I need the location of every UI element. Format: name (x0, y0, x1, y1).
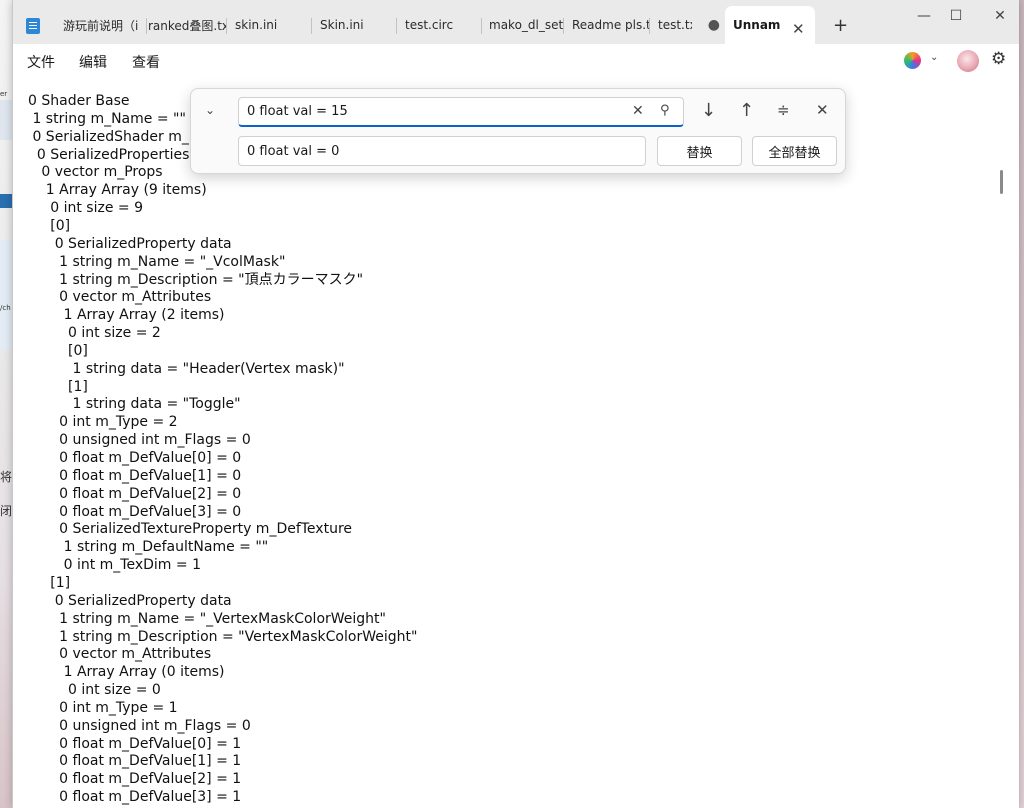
new-tab-button[interactable]: + (833, 15, 848, 36)
tab-label: test.circ (405, 18, 454, 32)
menu-edit[interactable]: 编辑 (79, 52, 107, 72)
vertical-scrollbar[interactable] (1000, 170, 1003, 194)
tab-label: skin.ini (235, 18, 278, 32)
text-line: 0 int m_TexDim = 1 (28, 557, 201, 574)
menu-file[interactable]: 文件 (27, 52, 55, 72)
text-line: 0 float m_DefValue[1] = 1 (28, 753, 242, 770)
text-line: 0 int m_Type = 1 (28, 699, 178, 716)
text-line: 0 Shader Base (28, 93, 130, 109)
unsaved-dot-icon: ● (707, 17, 720, 33)
background-strip (0, 240, 12, 350)
close-icon[interactable]: ✕ (816, 101, 829, 119)
replace-button[interactable]: 替换 (657, 136, 742, 166)
tab-7[interactable]: test.txt ● (650, 6, 720, 44)
close-window-button[interactable]: ✕ (985, 8, 1015, 24)
text-line: 0 float m_DefValue[1] = 0 (28, 467, 242, 484)
text-line: 1 Array Array (0 items) (28, 664, 225, 681)
text-line: 0 float m_DefValue[3] = 1 (28, 789, 242, 806)
text-line: 0 int size = 2 (28, 325, 161, 342)
text-line: 0 SerializedProperties (28, 146, 190, 163)
text-editor[interactable]: 0 Shader Base 1 string m_Name = "" 0 Ser… (13, 78, 1007, 808)
text-line: 0 float m_DefValue[0] = 1 (28, 735, 242, 752)
background-text: 将 (0, 470, 13, 484)
text-line: 0 SerializedShader m_P (28, 128, 198, 145)
text-line: 1 string m_DefaultName = "" (28, 539, 269, 556)
text-line: 1 string m_Description = "VertexMaskColo… (28, 628, 418, 645)
replace-input-value: 0 float val = 0 (247, 143, 340, 159)
replace-input[interactable]: 0 float val = 0 (238, 136, 646, 166)
text-line: 0 float m_DefValue[2] = 1 (28, 771, 242, 788)
background-text: /ch (0, 304, 11, 312)
text-line: 0 int size = 0 (28, 682, 161, 699)
text-line: 0 vector m_Attributes (28, 289, 212, 306)
background-strip (0, 194, 12, 208)
notepad-icon (26, 18, 40, 34)
replace-all-button[interactable]: 全部替换 (752, 136, 837, 166)
title-bar: 游玩前说明（i ranked叠图.tx skin.ini Skin.ini te… (13, 0, 1019, 44)
text-line: 0 SerializedProperty data (28, 592, 232, 609)
maximize-button[interactable]: ☐ (941, 8, 971, 24)
background-desktop-left: er /ch 将 闭， (0, 0, 24, 808)
text-line: [1] (28, 378, 88, 395)
text-line: 0 vector m_Props (28, 164, 163, 181)
text-line: 1 string m_Name = "" (28, 110, 186, 127)
clear-icon[interactable]: ✕ (632, 103, 644, 119)
text-line: [1] (28, 574, 71, 591)
tab-2[interactable]: skin.ini (227, 6, 313, 44)
tab-6[interactable]: Readme pls.tx (564, 6, 650, 44)
tab-label: test.txt (658, 18, 692, 32)
tab-label: Readme pls.tx (572, 18, 650, 32)
text-line: 0 SerializedTextureProperty m_DefTexture (28, 521, 353, 538)
background-strip (0, 100, 12, 140)
text-line: 1 Array Array (2 items) (28, 307, 225, 324)
text-line: [0] (28, 217, 71, 234)
tab-1[interactable]: ranked叠图.tx (140, 6, 226, 44)
text-line: 1 Array Array (9 items) (28, 182, 207, 199)
text-line: 0 vector m_Attributes (28, 646, 212, 663)
menu-view[interactable]: 查看 (132, 52, 160, 72)
tab-label: Unnam (733, 18, 781, 32)
text-line: [0] (28, 342, 88, 359)
search-icon[interactable]: ⚲ (660, 103, 670, 118)
close-tab-icon[interactable]: ✕ (792, 20, 805, 38)
text-line: 1 string m_Name = "_VertexMaskColorWeigh… (28, 610, 386, 627)
background-text: er (0, 90, 8, 98)
text-line: 1 string m_Description = "頂点カラーマスク" (28, 271, 364, 288)
tab-label: ranked叠图.tx (148, 18, 226, 33)
text-line: 0 unsigned int m_Flags = 0 (28, 432, 251, 449)
minimize-button[interactable]: — (909, 8, 939, 24)
text-line: 0 SerializedProperty data (28, 235, 232, 252)
menu-bar: 文件 编辑 查看 (13, 44, 1019, 78)
tab-label: Skin.ini (320, 18, 364, 32)
tab-label: 游玩前说明（i (63, 18, 139, 33)
text-line: 0 int size = 9 (28, 200, 143, 217)
arrow-up-icon[interactable]: ↑ (739, 100, 754, 121)
gear-icon[interactable]: ⚙ (991, 49, 1006, 69)
find-input[interactable]: 0 float val = 15 (238, 97, 684, 127)
options-icon[interactable]: ≑ (777, 101, 790, 119)
arrow-down-icon[interactable]: ↓ (701, 100, 716, 121)
tab-3[interactable]: Skin.ini (312, 6, 398, 44)
text-line: 0 float m_DefValue[2] = 0 (28, 485, 242, 502)
tab-0[interactable]: 游玩前说明（i (55, 6, 145, 44)
chevron-down-icon[interactable]: ⌄ (930, 52, 938, 63)
avatar[interactable] (957, 50, 979, 72)
text-line: 0 float m_DefValue[3] = 0 (28, 503, 242, 520)
text-line: 0 unsigned int m_Flags = 0 (28, 717, 251, 734)
tab-label: mako_dl_setu (489, 18, 563, 32)
text-line: 1 string data = "Toggle" (28, 396, 241, 413)
tab-5[interactable]: mako_dl_setu (481, 6, 563, 44)
text-line: 1 string m_Name = "_VcolMask" (28, 253, 286, 270)
text-line: 0 int m_Type = 2 (28, 414, 178, 431)
tab-4[interactable]: test.circ (397, 6, 483, 44)
chevron-down-icon[interactable]: ⌄ (205, 103, 215, 117)
find-input-value: 0 float val = 15 (247, 104, 348, 119)
notepad-window: 游玩前说明（i ranked叠图.tx skin.ini Skin.ini te… (12, 0, 1019, 808)
find-replace-panel: ⌄ 0 float val = 15 ✕ ⚲ ↓ ↑ ≑ ✕ 0 float v… (190, 88, 846, 174)
text-line: 0 float m_DefValue[0] = 0 (28, 450, 242, 466)
text-line: 1 string data = "Header(Vertex mask)" (28, 360, 345, 377)
copilot-icon[interactable] (904, 52, 921, 69)
